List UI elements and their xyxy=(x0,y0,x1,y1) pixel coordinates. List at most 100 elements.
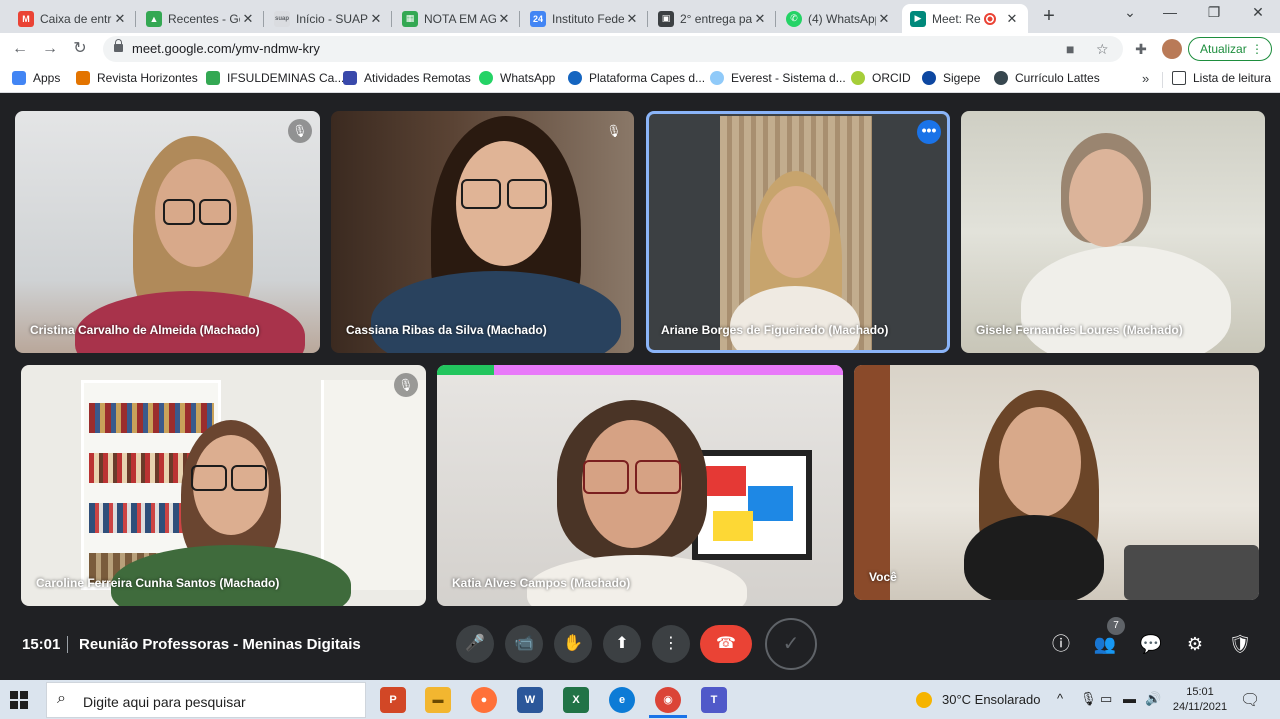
extensions-icon[interactable]: ✚ xyxy=(1133,41,1149,57)
participant-body xyxy=(964,515,1104,600)
close-tab-icon[interactable]: ✕ xyxy=(240,11,256,27)
network-icon[interactable]: ▭ xyxy=(1100,691,1112,707)
raise-hand-button[interactable]: ✋ xyxy=(554,625,592,663)
word-icon[interactable]: W xyxy=(517,687,543,713)
reading-list-button[interactable]: Lista de leitura xyxy=(1172,71,1271,85)
participant-video xyxy=(720,116,872,350)
bookmark-sigepe[interactable]: Sigepe xyxy=(922,71,980,85)
participant-tile[interactable]: 🎙 Caroline Ferreira Cunha Santos (Machad… xyxy=(21,365,426,606)
powerpoint-icon[interactable]: P xyxy=(380,687,406,713)
bookmark-whatsapp[interactable]: WhatsApp xyxy=(479,71,555,85)
file-explorer-icon[interactable]: ▬ xyxy=(425,687,451,713)
chrome-icon[interactable]: ◉ xyxy=(655,687,681,713)
self-video-tile[interactable]: Você xyxy=(854,365,1259,600)
avatar[interactable] xyxy=(1162,39,1182,59)
tab-meet[interactable]: ▶ Meet: Re ✕ xyxy=(902,4,1028,33)
muted-mic-icon: 🎙 xyxy=(394,373,418,397)
participant-tile[interactable]: Gisele Fernandes Loures (Machado) xyxy=(961,111,1265,353)
close-tab-icon[interactable]: ✕ xyxy=(112,11,128,27)
close-tab-icon[interactable]: ✕ xyxy=(1004,11,1020,27)
close-tab-icon[interactable]: ✕ xyxy=(368,11,384,27)
address-bar[interactable]: meet.google.com/ymv-ndmw-kry ■ ☆ xyxy=(103,36,1123,62)
close-window-button[interactable]: ✕ xyxy=(1236,4,1280,26)
tab-classroom[interactable]: ▣ 2° entrega pa ✕ xyxy=(650,4,776,33)
more-options-icon[interactable]: ••• xyxy=(917,120,941,144)
bookmarks-overflow-button[interactable]: » xyxy=(1142,71,1149,86)
host-controls-icon[interactable]: 🛡 xyxy=(1228,632,1252,656)
firefox-icon[interactable]: ● xyxy=(471,687,497,713)
more-options-button[interactable]: ⋮ xyxy=(652,625,690,663)
participant-tile-active[interactable]: ••• Ariane Borges de Figueiredo (Machado… xyxy=(646,111,950,353)
bookmark-label: Atividades Remotas xyxy=(364,71,471,85)
bookmark-lattes[interactable]: Currículo Lattes xyxy=(994,71,1100,85)
participant-tile[interactable]: Katia Alves Campos (Machado) xyxy=(437,365,843,606)
tab-sheets[interactable]: ▦ NOTA EM AG ✕ xyxy=(394,4,520,33)
whatsapp-icon xyxy=(479,71,493,85)
bookmark-apps[interactable]: Apps xyxy=(12,71,60,85)
present-screen-button[interactable]: ⬆ xyxy=(603,625,641,663)
tab-title: (4) WhatsApp xyxy=(808,11,876,26)
bookmark-ifsuldeminas[interactable]: IFSULDEMINAS Ca... xyxy=(206,71,344,85)
battery-icon[interactable]: ▬ xyxy=(1123,691,1136,706)
bookmark-atividades[interactable]: Atividades Remotas xyxy=(343,71,471,85)
close-tab-icon[interactable]: ✕ xyxy=(624,11,640,27)
orcid-icon xyxy=(851,71,865,85)
record-button[interactable]: ✓ xyxy=(765,618,817,670)
bookmark-orcid[interactable]: ORCID xyxy=(851,71,911,85)
weather-widget[interactable]: 30°C Ensolarado xyxy=(942,692,1040,707)
bookmark-capes[interactable]: Plataforma Capes d... xyxy=(568,71,705,85)
activities-icon[interactable]: ⚙ xyxy=(1183,632,1207,656)
bookmark-everest[interactable]: Everest - Sistema d... xyxy=(710,71,846,85)
bookmark-star-icon[interactable]: ☆ xyxy=(1096,41,1109,58)
chat-icon[interactable]: 💬 xyxy=(1139,632,1163,656)
url-text[interactable]: meet.google.com/ymv-ndmw-kry xyxy=(132,41,320,56)
tab-whatsapp[interactable]: ✆ (4) WhatsApp ✕ xyxy=(778,4,900,33)
check-icon: ✓ xyxy=(782,633,800,655)
participant-tile[interactable]: 🎙 Cassiana Ribas da Silva (Machado) xyxy=(331,111,634,353)
restore-button[interactable]: ❐ xyxy=(1192,4,1236,26)
tab-drive[interactable]: ▲ Recentes - Go ✕ xyxy=(138,4,264,33)
end-call-button[interactable]: ☎ xyxy=(700,625,752,663)
participant-name: Caroline Ferreira Cunha Santos (Machado) xyxy=(36,576,280,590)
forward-icon[interactable]: → xyxy=(40,39,60,59)
edge-icon[interactable]: e xyxy=(609,687,635,713)
excel-icon[interactable]: X xyxy=(563,687,589,713)
camera-button[interactable]: 📹 xyxy=(505,625,543,663)
clock-date: 24/11/2021 xyxy=(1172,701,1228,713)
glasses-icon xyxy=(199,199,231,225)
people-icon[interactable]: 👥 xyxy=(1093,632,1117,656)
tab-gmail[interactable]: M Caixa de entr ✕ xyxy=(10,4,136,33)
notifications-icon[interactable]: 🗨 xyxy=(1240,690,1260,710)
taskbar-clock[interactable]: 15:01 24/11/2021 xyxy=(1170,685,1230,715)
bookmark-revista[interactable]: Revista Horizontes xyxy=(76,71,198,85)
tab-instituto[interactable]: 24 Instituto Fede ✕ xyxy=(522,4,648,33)
meeting-info-icon[interactable]: ⓘ xyxy=(1049,632,1073,656)
minimize-button[interactable]: — xyxy=(1148,4,1192,26)
volume-icon[interactable]: 🔊 xyxy=(1145,691,1161,707)
close-tab-icon[interactable]: ✕ xyxy=(752,11,768,27)
close-tab-icon[interactable]: ✕ xyxy=(876,11,892,27)
microphone-button[interactable]: 🎤 xyxy=(456,625,494,663)
recording-icon xyxy=(984,12,996,25)
microphone-tray-icon[interactable]: 🎙 xyxy=(1080,691,1097,707)
back-icon[interactable]: ← xyxy=(10,39,30,59)
participant-body xyxy=(75,291,305,353)
tab-suap[interactable]: suap Início - SUAP ✕ xyxy=(266,4,392,33)
new-tab-button[interactable]: + xyxy=(1038,6,1060,28)
taskbar-search-input[interactable]: ⌕ Digite aqui para pesquisar xyxy=(46,682,366,718)
bookmark-label: WhatsApp xyxy=(500,71,556,85)
tab-search-button[interactable]: ⌄ xyxy=(1108,4,1152,26)
update-button[interactable]: Atualizar ⋮ xyxy=(1188,37,1272,61)
close-tab-icon[interactable]: ✕ xyxy=(496,11,512,27)
tab-strip: M Caixa de entr ✕ ▲ Recentes - Go ✕ suap… xyxy=(0,0,1280,33)
ifsuldeminas-icon xyxy=(206,71,220,85)
windows-taskbar: ⌕ Digite aqui para pesquisar P ▬ ● W X e… xyxy=(0,680,1280,719)
windows-start-icon[interactable] xyxy=(10,691,28,709)
teams-icon[interactable]: T xyxy=(701,687,727,713)
tray-expand-icon[interactable]: ^ xyxy=(1057,691,1063,706)
glasses-icon xyxy=(163,199,195,225)
reload-icon[interactable]: ↻ xyxy=(70,39,90,59)
sheets-icon: ▦ xyxy=(402,10,418,27)
participant-tile[interactable]: 🎙 Cristina Carvalho de Almeida (Machado) xyxy=(15,111,320,353)
camera-in-use-icon[interactable]: ■ xyxy=(1066,41,1074,57)
